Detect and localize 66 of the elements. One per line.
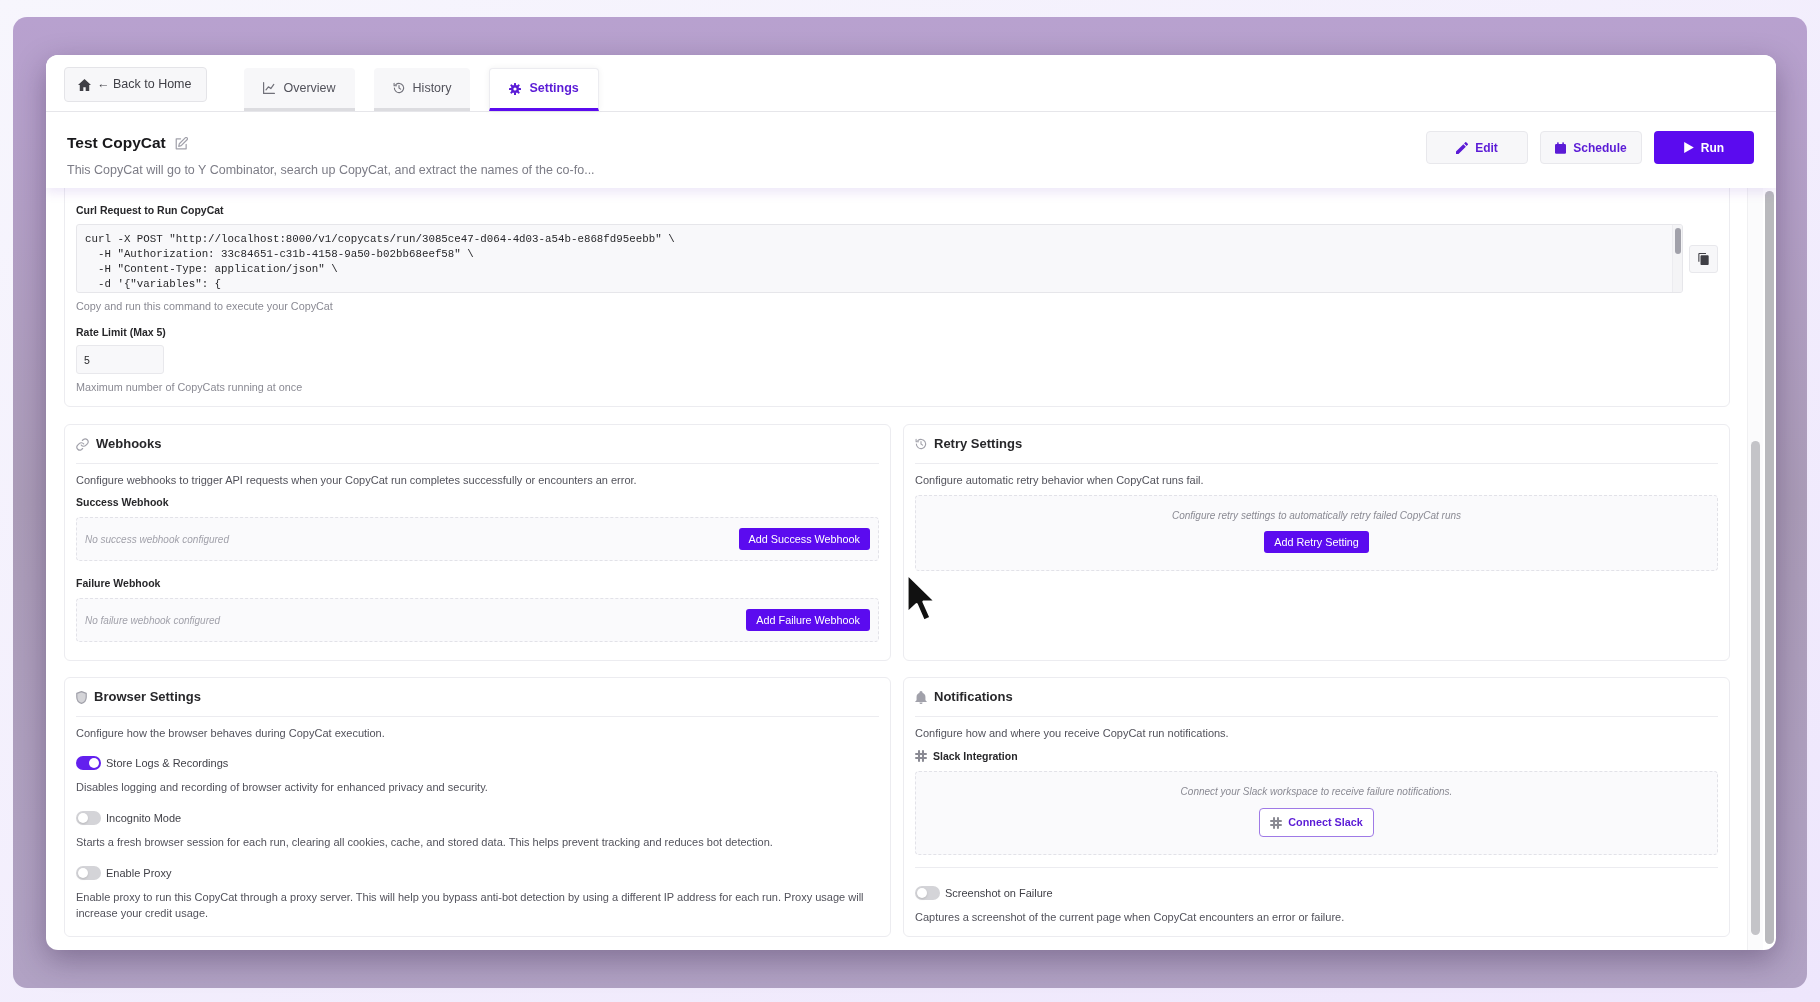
run-button[interactable]: Run	[1654, 131, 1754, 164]
gear-icon	[509, 82, 522, 95]
scrollbar-thumb[interactable]	[1765, 191, 1774, 944]
toggle-label: Incognito Mode	[106, 811, 182, 825]
toggle-switch[interactable]	[76, 866, 101, 880]
play-icon	[1683, 142, 1694, 153]
empty-state-text: No success webhook configured	[85, 532, 229, 547]
toggle-label: Enable Proxy	[106, 866, 172, 880]
field-label: Curl Request to Run CopyCat	[76, 203, 225, 217]
option-description: Disables logging and recording of browser activity for enhanced privacy and security.	[76, 780, 489, 795]
field-label: Failure Webhook	[76, 576, 162, 590]
calendar-icon	[1555, 141, 1567, 154]
scrollbar-thumb[interactable]	[1674, 228, 1681, 254]
empty-state-text: No failure webhook configured	[85, 613, 221, 628]
history-icon	[392, 82, 405, 94]
empty-state-text: Connect your Slack workspace to receive failure notifications.	[1180, 785, 1453, 798]
page-description: This CopyCat will go to Y Combinator, search up CopyCat, and extract the names of the co-fo...	[67, 163, 595, 178]
curl-command-field[interactable]	[76, 224, 1683, 293]
empty-state-text: Configure retry settings to automatically retry failed CopyCat runs	[1172, 509, 1461, 522]
section-description: Configure how and where you receive CopyCat run notifications.	[915, 726, 1230, 740]
hash-icon	[1270, 816, 1283, 829]
toggle-label: Store Logs & Recordings	[106, 756, 229, 770]
action-button[interactable]: Schedule	[1540, 131, 1642, 164]
pencil-icon	[1456, 141, 1469, 154]
section-title: Browser Settings	[94, 689, 201, 705]
hint-text: Maximum number of CopyCats running at once	[76, 380, 304, 394]
section-description: Configure how the browser behaves during CopyCat execution.	[76, 726, 386, 740]
option-description: Enable proxy to run this CopyCat through a proxy server. This will help you bypass anti-bot detection by using a different IP address for each run. Proxy usage will increase your credit usage.	[76, 890, 865, 921]
tab[interactable]: Settings	[489, 68, 599, 111]
home-icon	[78, 78, 91, 91]
section-description: Configure webhooks to trigger API requests when your CopyCat run completes successfully or encounters an error.	[76, 473, 638, 487]
copy-button[interactable]	[1689, 244, 1718, 273]
hash-icon	[915, 750, 927, 762]
add-webhook-button[interactable]: Add Failure Webhook	[746, 609, 870, 631]
field-label: Rate Limit (Max 5)	[76, 325, 167, 339]
section-title: Webhooks	[96, 436, 162, 452]
history-icon	[915, 438, 927, 450]
scrollbar-thumb[interactable]	[1751, 441, 1760, 935]
copy-icon	[1698, 252, 1709, 265]
code-text: curl -X POST "http://localhost:8000/v1/copycats/run/3085ce47-d064-4d03-a54b-e868fd95eebb" \ -H "Authorization: 33c84651-c31b-4158-9a50-b02bb68eef58" \ -H "Content-Type: application/json" \ -d '{"variables": {	[85, 232, 675, 292]
section-description: Configure automatic retry behavior when CopyCat runs fail.	[915, 473, 1205, 487]
page-title: Test CopyCat	[67, 134, 166, 152]
edit-icon[interactable]	[174, 136, 188, 150]
add-webhook-button[interactable]: Add Success Webhook	[738, 528, 870, 550]
option-description: Captures a screenshot of the current page when CopyCat encounters an error or failure.	[915, 910, 1346, 924]
back-button[interactable]: ← Back to Home	[64, 67, 208, 102]
toggle-switch[interactable]	[76, 756, 101, 770]
field-label: Slack Integration	[933, 749, 1018, 763]
shield-icon	[76, 690, 87, 704]
field-label: Success Webhook	[76, 495, 170, 509]
add-retry-button[interactable]: Add Retry Setting	[1264, 531, 1369, 553]
option-description: Starts a fresh browser session for each run, clearing all cookies, cache, and stored data. This helps prevent tracking and reduces bot detection.	[76, 835, 774, 850]
tab[interactable]: Overview	[244, 68, 355, 111]
rate-limit-input[interactable]: 5	[76, 345, 164, 374]
section-title: Retry Settings	[934, 436, 1023, 452]
section-title: Notifications	[934, 689, 1013, 705]
action-button[interactable]: Edit	[1426, 131, 1528, 164]
bell-icon	[915, 690, 927, 704]
connect-slack-button[interactable]: Connect Slack	[1259, 808, 1374, 837]
tab[interactable]: History	[373, 68, 471, 111]
toggle-switch[interactable]	[76, 811, 101, 825]
link-icon	[76, 437, 89, 451]
toggle-switch[interactable]	[915, 886, 940, 900]
line-chart-icon	[263, 82, 276, 94]
toggle-label: Screenshot on Failure	[945, 886, 1053, 900]
hint-text: Copy and run this command to execute your CopyCat	[76, 299, 334, 313]
